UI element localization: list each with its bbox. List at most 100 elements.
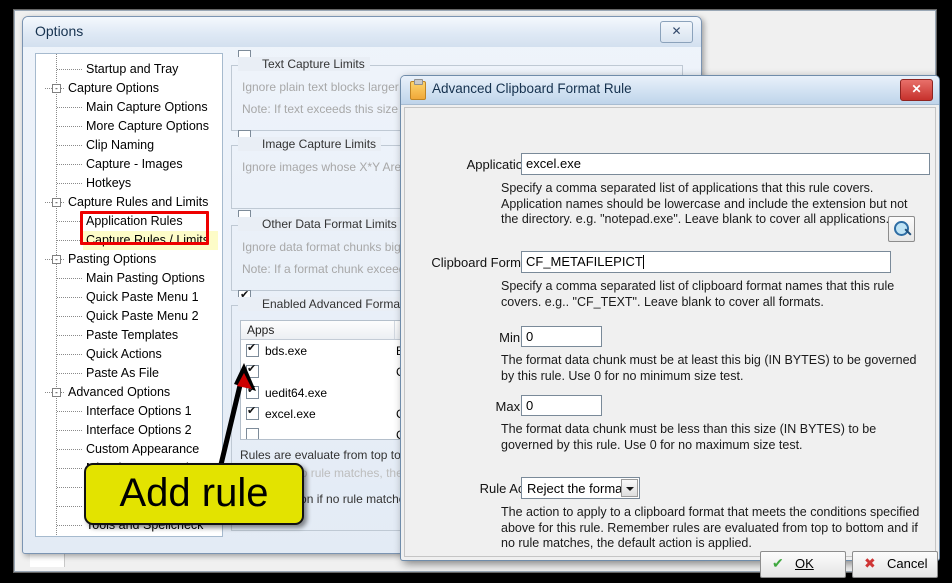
options-close-button[interactable]: ✕ — [660, 21, 693, 43]
sidebar-item-main-pasting-options[interactable]: Main Pasting Options — [36, 269, 222, 288]
tree-guide-line — [57, 468, 83, 469]
chevron-down-icon[interactable] — [621, 479, 638, 497]
max-size-help-text: The format data chunk must be less than … — [501, 422, 877, 452]
cancel-button-label: Cancel — [887, 556, 928, 571]
sidebar-item-label: Startup and Tray — [86, 62, 179, 76]
sidebar-item-label: Capture Options — [68, 81, 160, 95]
sidebar-item-capture-rules-and-limits[interactable]: - Capture Rules and Limits — [36, 193, 222, 212]
row-checkbox[interactable] — [246, 362, 259, 378]
tree-guide-line — [57, 145, 83, 146]
cell-app: bds.exe — [265, 343, 308, 358]
group-title: Other Data Format Limits — [238, 217, 402, 231]
annotation-callout-label: Add rule — [119, 471, 269, 515]
magnifier-icon — [894, 221, 909, 236]
sidebar-item-label: Advanced Options — [68, 385, 171, 399]
sidebar-item-label: Interface Options 2 — [86, 423, 192, 437]
sidebar-item-interface-options-1[interactable]: Interface Options 1 — [36, 402, 222, 421]
rule-action-help-text: The action to apply to a clipboard forma… — [501, 505, 920, 550]
rule-action-value: Reject the format — [527, 481, 626, 496]
ok-button[interactable]: ✔ OK — [760, 551, 846, 578]
check-icon: ✔ — [772, 555, 784, 571]
cell-app: excel.exe — [265, 406, 316, 421]
sidebar-item-pasting-options[interactable]: - Pasting Options — [36, 250, 222, 269]
sidebar-item-hotkeys[interactable]: Hotkeys — [36, 174, 222, 193]
sidebar-item-label: Hotkeys — [86, 176, 132, 190]
dialog-titlebar: Advanced Clipboard Format Rule ✕ — [401, 76, 939, 105]
tree-guide-line — [57, 183, 83, 184]
tree-guide-line — [57, 316, 83, 317]
cell-app: uedit64.exe — [265, 385, 328, 400]
tree-guide-line — [57, 335, 83, 336]
dialog-body: Application(s): excel.exe Specify a comm… — [404, 107, 938, 578]
sidebar-item-main-capture-options[interactable]: Main Capture Options — [36, 98, 222, 117]
sidebar-item-paste-as-file[interactable]: Paste As File — [36, 364, 222, 383]
sidebar-item-advanced-options[interactable]: - Advanced Options — [36, 383, 222, 402]
sidebar-item-quick-paste-menu-1[interactable]: Quick Paste Menu 1 — [36, 288, 222, 307]
tree-guide-line — [57, 69, 83, 70]
tree-guide-line — [57, 107, 83, 108]
tree-guide-line — [57, 373, 83, 374]
sidebar-item-label: Interface Options 1 — [86, 404, 192, 418]
tree-guide-line — [57, 297, 83, 298]
tree-guide-line — [57, 164, 83, 165]
sidebar-item-quick-actions[interactable]: Quick Actions — [36, 345, 222, 364]
sidebar-item-label: Capture Rules and Limits — [68, 195, 209, 209]
sidebar-item-label: Quick Paste Menu 1 — [86, 290, 199, 304]
sidebar-item-capture-images[interactable]: Capture - Images — [36, 155, 222, 174]
applications-help-text: Specify a comma separated list of applic… — [501, 181, 908, 226]
sidebar-item-other-stuff[interactable]: -Other Stuff — [36, 535, 222, 536]
screenshot-root: 1 1 N 1 1 1 . . . . . Options ✕ Startup … — [0, 0, 952, 583]
dialog-title: Advanced Clipboard Format Rule — [432, 81, 632, 96]
clipboard-formats-help-text: Specify a comma separated list of clipbo… — [501, 279, 895, 309]
group-title: Text Capture Limits — [238, 57, 370, 71]
tree-expander-icon[interactable]: - — [52, 198, 61, 207]
tree-guide-line — [57, 278, 83, 279]
options-titlebar: Options ✕ — [23, 17, 701, 47]
rule-action-select[interactable]: Reject the format — [521, 477, 640, 499]
cancel-button[interactable]: ✖ Cancel — [852, 551, 938, 578]
sidebar-item-clip-naming[interactable]: Clip Naming — [36, 136, 222, 155]
tree-guide-line — [57, 449, 83, 450]
close-icon[interactable]: ✕ — [900, 79, 933, 101]
cross-icon: ✖ — [864, 555, 876, 571]
ok-button-label: OK — [795, 556, 814, 571]
row-checkbox[interactable] — [246, 383, 259, 399]
sidebar-item-label: Other Stuff — [68, 535, 128, 536]
sidebar-item-custom-appearance[interactable]: Custom Appearance — [36, 440, 222, 459]
row-checkbox[interactable] — [246, 428, 259, 439]
max-size-input[interactable]: 0 — [521, 395, 602, 416]
clipboard-formats-input[interactable]: CF_METAFILEPICT — [521, 251, 891, 273]
tree-guide-line — [57, 525, 83, 526]
min-size-input[interactable]: 0 — [521, 326, 602, 347]
tree-guide-line — [57, 126, 83, 127]
tree-expander-icon[interactable]: - — [52, 388, 61, 397]
clipboard-format-browse-button[interactable] — [888, 216, 915, 242]
sidebar-item-label: Clip Naming — [86, 138, 155, 152]
sidebar-item-interface-options-2[interactable]: Interface Options 2 — [36, 421, 222, 440]
sidebar-item-label: Paste Templates — [86, 328, 179, 342]
tree-expander-icon[interactable]: - — [52, 84, 61, 93]
sidebar-item-quick-paste-menu-2[interactable]: Quick Paste Menu 2 — [36, 307, 222, 326]
tree-guide-line — [57, 354, 83, 355]
sidebar-item-label: Quick Actions — [86, 347, 162, 361]
row-checkbox[interactable] — [246, 341, 259, 357]
advanced-clipboard-format-rule-dialog: Advanced Clipboard Format Rule ✕ Applica… — [400, 75, 940, 578]
sidebar-item-paste-templates[interactable]: Paste Templates — [36, 326, 222, 345]
highlight-box-capture-rules — [80, 211, 209, 245]
grid-column-header-apps[interactable]: Apps — [241, 321, 395, 339]
tree-expander-icon[interactable]: - — [52, 255, 61, 264]
sidebar-item-startup-and-tray[interactable]: Startup and Tray — [36, 60, 222, 79]
sidebar-item-more-capture-options[interactable]: More Capture Options — [36, 117, 222, 136]
sidebar-item-label: Paste As File — [86, 366, 159, 380]
min-size-help-text: The format data chunk must be at least t… — [501, 353, 917, 383]
annotation-callout: Add rule — [84, 463, 304, 525]
applications-input[interactable]: excel.exe — [521, 153, 930, 175]
tree-guide-line — [57, 506, 83, 507]
sidebar-item-label: Pasting Options — [68, 252, 157, 266]
options-window-title: Options — [35, 23, 84, 39]
sidebar-item-capture-options[interactable]: - Capture Options — [36, 79, 222, 98]
sidebar-item-label: Custom Appearance — [86, 442, 200, 456]
tree-guide-line — [57, 487, 83, 488]
row-checkbox[interactable] — [246, 404, 259, 420]
tree-guide-line — [57, 430, 83, 431]
